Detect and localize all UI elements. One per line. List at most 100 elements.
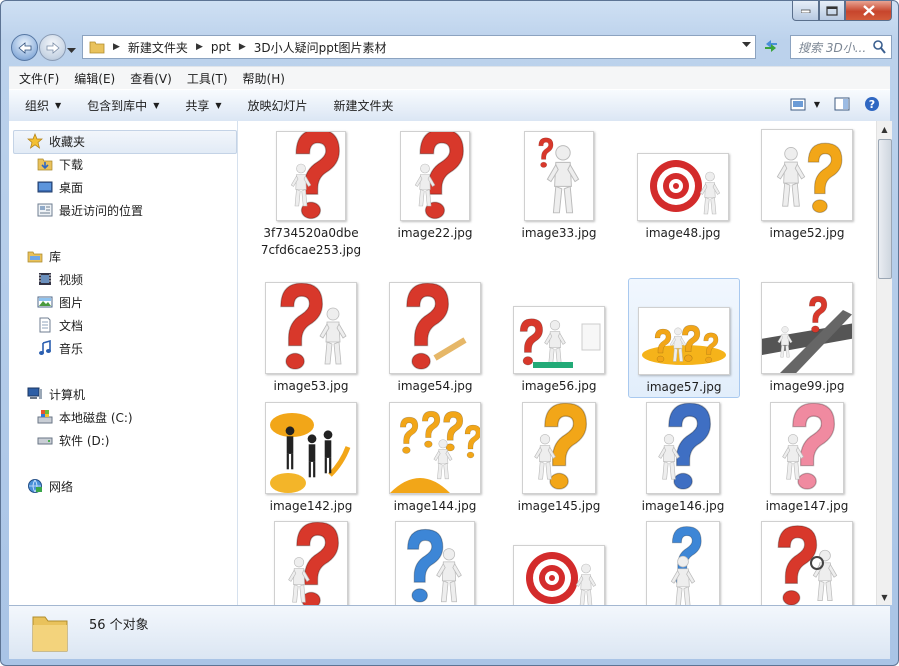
- new-folder-button[interactable]: 新建文件夹: [324, 97, 404, 114]
- file-item[interactable]: image33.jpg: [504, 125, 614, 243]
- menu-file[interactable]: 文件(F): [9, 70, 64, 87]
- caption-buttons: [792, 1, 892, 21]
- thumbnail-image: [776, 142, 843, 214]
- preview-pane-icon[interactable]: [834, 97, 850, 111]
- chevron-down-icon[interactable]: [742, 42, 751, 48]
- search-box[interactable]: 搜索 3D小...: [790, 35, 892, 59]
- nav-computer[interactable]: 计算机: [27, 384, 85, 404]
- file-item[interactable]: image144.jpg: [380, 398, 490, 516]
- nav-favorites[interactable]: 收藏夹: [27, 131, 85, 151]
- file-item[interactable]: image57.jpg: [628, 278, 740, 398]
- thumbnail-image: [519, 318, 601, 368]
- breadcrumb-separator-icon[interactable]: ▶: [113, 42, 120, 52]
- file-name: image57.jpg: [646, 380, 722, 394]
- file-item[interactable]: [628, 517, 738, 605]
- search-icon[interactable]: [871, 39, 887, 55]
- file-item[interactable]: [380, 517, 490, 605]
- system-drive-icon: [37, 409, 53, 425]
- search-placeholder[interactable]: 搜索 3D小...: [798, 39, 871, 56]
- forward-button[interactable]: [39, 34, 66, 61]
- nav-network[interactable]: 网络: [27, 476, 73, 496]
- file-item[interactable]: [256, 517, 366, 605]
- menu-help[interactable]: 帮助(H): [233, 70, 290, 87]
- nav-documents[interactable]: 文档: [37, 315, 83, 335]
- nav-drive-d[interactable]: 软件 (D:): [37, 430, 109, 450]
- scroll-up-icon[interactable]: ▲: [877, 121, 892, 137]
- file-name: image33.jpg: [521, 226, 597, 240]
- nav-drive-c[interactable]: 本地磁盘 (C:): [37, 407, 133, 427]
- library-icon: [27, 248, 43, 264]
- back-button[interactable]: [11, 34, 38, 61]
- minimize-icon: [800, 9, 810, 13]
- nav-libraries[interactable]: 库: [27, 246, 61, 266]
- thumbnail: [400, 131, 470, 221]
- file-item[interactable]: image22.jpg: [380, 125, 490, 243]
- nav-videos[interactable]: 视频: [37, 269, 83, 289]
- thumbnail-image: [650, 160, 721, 215]
- thumbnail: [265, 282, 357, 374]
- file-item[interactable]: image56.jpg: [504, 278, 614, 396]
- breadcrumb-separator-icon[interactable]: ▶: [196, 42, 203, 52]
- star-icon: [27, 133, 43, 149]
- minimize-button[interactable]: [792, 1, 819, 21]
- thumbnail: [389, 282, 481, 374]
- file-item[interactable]: image99.jpg: [752, 278, 862, 396]
- file-name: image54.jpg: [397, 379, 473, 393]
- nav-pictures[interactable]: 图片: [37, 292, 83, 312]
- refresh-button[interactable]: [759, 35, 783, 57]
- thumbnail-image: [670, 526, 702, 605]
- address-bar[interactable]: ▶ 新建文件夹 ▶ ppt ▶ 3D小人疑问ppt图片素材: [82, 35, 756, 59]
- breadcrumb-item[interactable]: 3D小人疑问ppt图片素材: [254, 39, 387, 56]
- file-item[interactable]: [504, 517, 614, 605]
- nav-recent[interactable]: 最近访问的位置: [37, 200, 143, 220]
- new-folder-label: 新建文件夹: [333, 99, 394, 113]
- vertical-scrollbar[interactable]: ▲ ▼: [876, 121, 892, 605]
- file-item[interactable]: image147.jpg: [752, 398, 862, 516]
- arrow-left-icon: [17, 41, 31, 54]
- change-view-button[interactable]: ▼: [790, 98, 820, 111]
- nav-desktop[interactable]: 桌面: [37, 177, 83, 197]
- close-button[interactable]: [845, 1, 892, 21]
- include-library-button[interactable]: 包含到库中 ▼: [77, 97, 169, 114]
- organize-button[interactable]: 组织 ▼: [15, 97, 71, 114]
- folder-icon: [89, 41, 105, 54]
- downloads-folder-icon: [37, 156, 53, 172]
- include-library-label: 包含到库中: [87, 99, 148, 113]
- slideshow-button[interactable]: 放映幻灯片: [238, 97, 318, 114]
- chevron-down-icon: ▼: [215, 101, 222, 110]
- file-item[interactable]: image52.jpg: [752, 125, 862, 243]
- file-item[interactable]: 3f734520a0dbe7cfd6cae253.jpg: [256, 125, 366, 277]
- file-item[interactable]: image54.jpg: [380, 278, 490, 396]
- file-item[interactable]: image142.jpg: [256, 398, 366, 516]
- breadcrumb-separator-icon[interactable]: ▶: [239, 42, 246, 52]
- recent-pages-dropdown[interactable]: [67, 43, 76, 57]
- help-icon[interactable]: ?: [864, 96, 880, 112]
- scroll-down-icon[interactable]: ▼: [877, 589, 892, 605]
- thumbnail: [761, 129, 853, 221]
- menu-edit[interactable]: 编辑(E): [64, 70, 120, 87]
- file-item[interactable]: image146.jpg: [628, 398, 738, 516]
- file-name: image48.jpg: [645, 226, 721, 240]
- scrollbar-thumb[interactable]: [878, 139, 892, 279]
- nav-music[interactable]: 音乐: [37, 338, 83, 358]
- file-item[interactable]: image145.jpg: [504, 398, 614, 516]
- file-name: image147.jpg: [765, 499, 849, 513]
- file-name: 3f734520a0dbe7cfd6cae253.jpg: [260, 226, 362, 257]
- file-item[interactable]: image53.jpg: [256, 278, 366, 396]
- nav-downloads[interactable]: 下载: [37, 154, 83, 174]
- maximize-button[interactable]: [819, 1, 845, 21]
- nav-label: 下载: [59, 157, 84, 172]
- file-name: image146.jpg: [641, 499, 725, 513]
- breadcrumb-item[interactable]: ppt: [211, 40, 231, 54]
- share-button[interactable]: 共享 ▼: [175, 97, 231, 114]
- menu-view[interactable]: 查看(V): [120, 70, 177, 87]
- refresh-icon: [765, 40, 777, 52]
- explorer-window: ▶ 新建文件夹 ▶ ppt ▶ 3D小人疑问ppt图片素材 搜索 3D小... …: [0, 0, 899, 666]
- file-item[interactable]: [752, 517, 862, 605]
- desktop-icon: [37, 179, 53, 195]
- file-item[interactable]: image48.jpg: [628, 125, 738, 243]
- breadcrumb-item[interactable]: 新建文件夹: [128, 39, 188, 56]
- thumbnail: [761, 521, 853, 605]
- menu-tools[interactable]: 工具(T): [177, 70, 233, 87]
- chevron-down-icon: ▼: [813, 99, 820, 109]
